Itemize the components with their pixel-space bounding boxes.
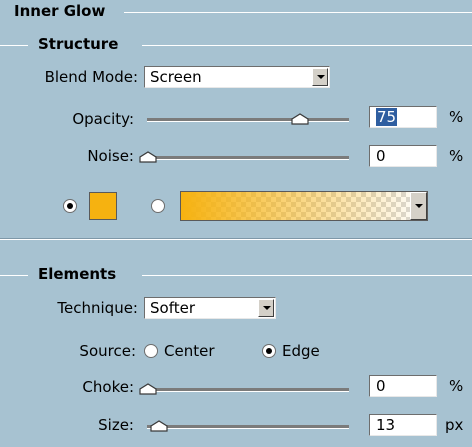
opacity-label: Opacity: [72,110,134,128]
size-unit: px [445,416,464,434]
chevron-down-icon[interactable] [410,192,427,220]
source-label: Source: [79,342,136,360]
gradient-picker[interactable] [180,191,428,221]
glow-color-swatch[interactable] [89,192,117,220]
gradient-radio[interactable] [151,199,165,213]
opacity-input[interactable]: 75 [369,106,437,128]
section-divider [0,239,472,240]
noise-slider-track[interactable] [147,156,349,160]
technique-value: Softer [150,299,195,317]
blend-mode-value: Screen [150,68,202,86]
source-center-radio[interactable] [144,344,158,358]
opacity-unit: % [449,108,464,126]
choke-label: Choke: [82,378,134,396]
choke-slider-track[interactable] [147,388,349,392]
elements-divider-right [142,275,472,276]
noise-unit: % [449,147,464,165]
source-edge-radio[interactable] [262,344,276,358]
structure-divider-left [0,45,28,46]
solid-color-radio[interactable] [63,199,77,213]
title-divider [124,12,472,13]
structure-divider-right [142,45,472,46]
size-slider-thumb[interactable] [149,420,168,432]
source-edge-label[interactable]: Edge [282,341,320,361]
opacity-slider-track[interactable] [147,118,349,122]
noise-label: Noise: [87,147,134,165]
source-center-label[interactable]: Center [164,341,215,361]
choke-input[interactable]: 0 [369,375,437,397]
size-label: Size: [98,416,134,434]
blend-mode-select[interactable]: Screen [144,66,330,88]
size-input[interactable]: 13 [369,414,437,436]
opacity-slider-thumb[interactable] [290,113,309,125]
elements-heading: Elements [38,265,117,283]
structure-heading: Structure [38,35,119,53]
technique-select[interactable]: Softer [144,297,276,319]
size-slider-track[interactable] [147,425,349,429]
chevron-down-icon[interactable] [312,68,328,86]
elements-divider-left [0,275,28,276]
radio-selected-dot [266,348,272,354]
noise-input[interactable]: 0 [369,145,437,167]
choke-unit: % [449,377,464,395]
noise-slider-thumb[interactable] [139,151,157,163]
technique-label: Technique: [57,299,138,317]
opacity-value: 75 [376,108,398,126]
panel-title: Inner Glow [14,2,106,20]
blend-mode-label: Blend Mode: [44,68,138,86]
choke-slider-thumb[interactable] [139,383,157,395]
radio-selected-dot [67,203,73,209]
chevron-down-icon[interactable] [258,299,274,317]
